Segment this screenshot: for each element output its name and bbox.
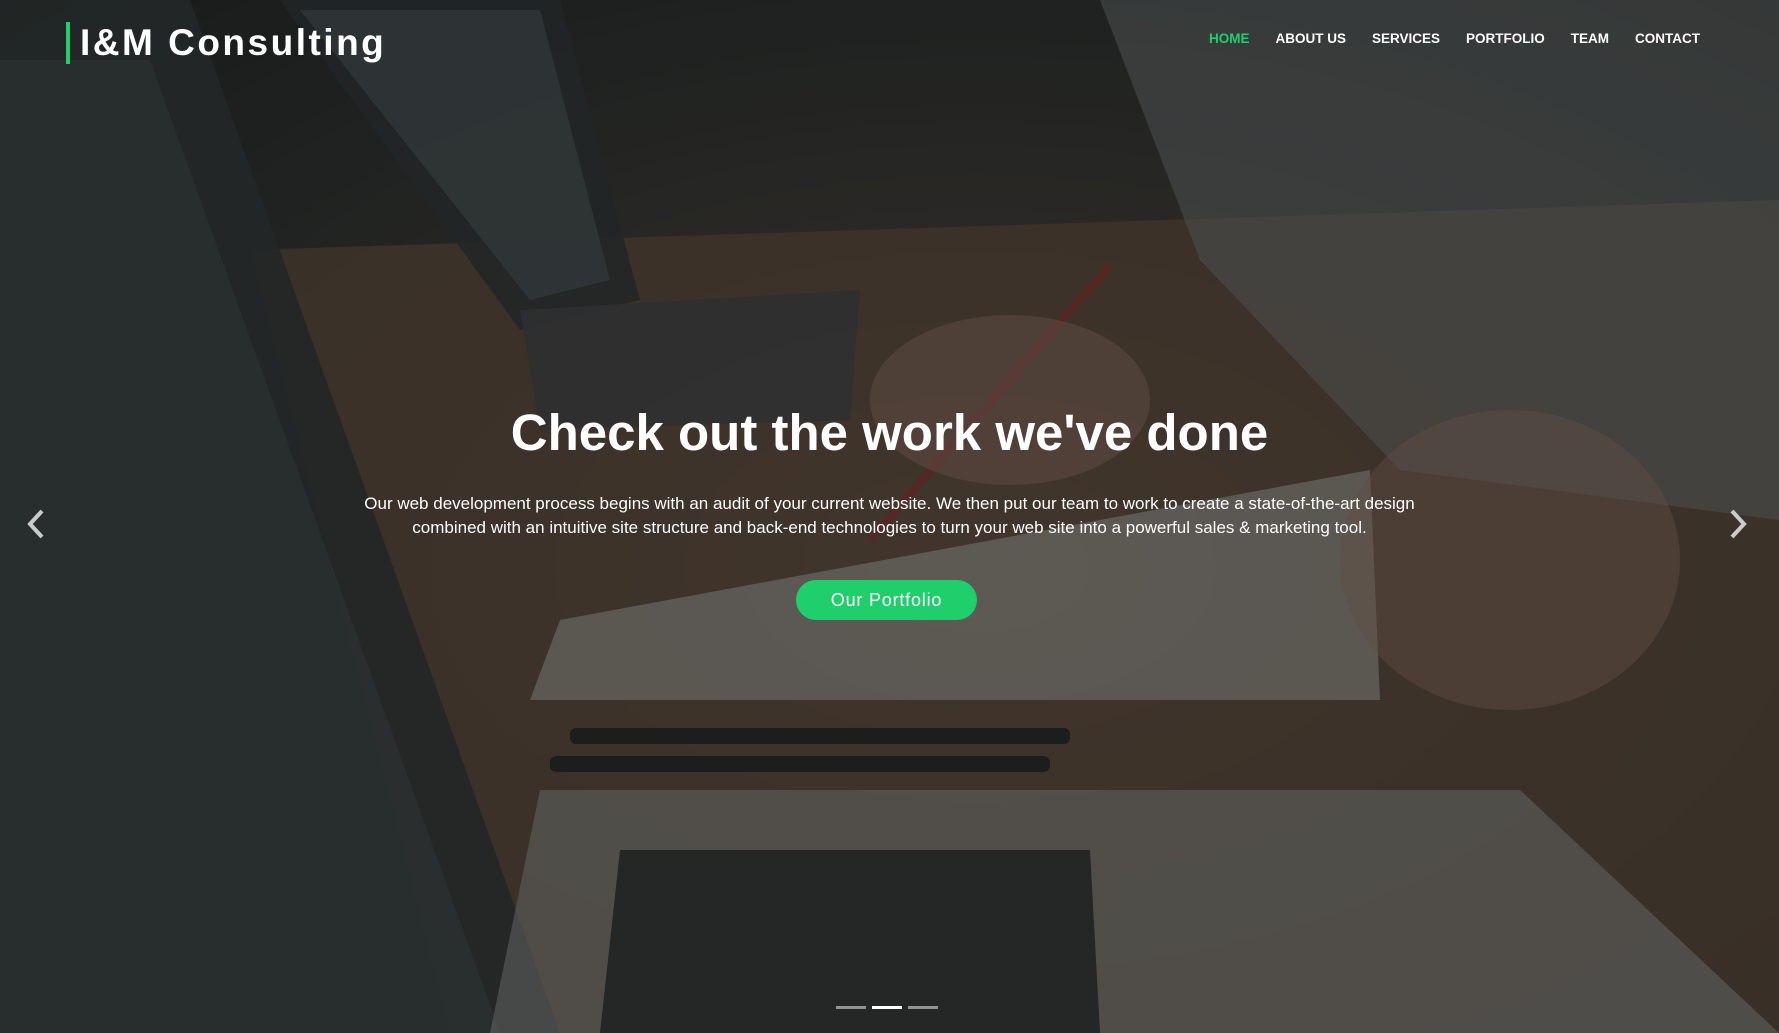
nav-item-home[interactable]: HOME [1209, 30, 1250, 48]
chevron-right-icon [1730, 509, 1747, 539]
hero-headline: Check out the work we've done [510, 404, 1269, 461]
nav-item-contact[interactable]: CONTACT [1635, 30, 1700, 48]
carousel-indicator-1[interactable] [836, 1006, 866, 1009]
chevron-left-icon [27, 509, 44, 539]
nav-item-team[interactable]: TEAM [1571, 30, 1609, 48]
nav-item-portfolio[interactable]: PORTFOLIO [1466, 30, 1545, 48]
carousel-indicator-2[interactable] [872, 1006, 902, 1009]
carousel-indicator-3[interactable] [908, 1006, 938, 1009]
our-portfolio-button[interactable]: Our Portfolio [796, 580, 977, 620]
brand-logo[interactable]: I&M Consulting [66, 22, 386, 64]
carousel-prev-button[interactable] [22, 505, 52, 543]
main-nav: HOME ABOUT US SERVICES PORTFOLIO TEAM CO… [1183, 30, 1700, 48]
carousel-indicators [836, 1006, 938, 1009]
carousel-next-button[interactable] [1722, 505, 1752, 543]
hero-description-line-1: Our web development process begins with … [364, 494, 1415, 513]
nav-item-services[interactable]: SERVICES [1372, 30, 1440, 48]
hero-description: Our web development process begins with … [0, 492, 1779, 540]
nav-item-about-us[interactable]: ABOUT US [1275, 30, 1346, 48]
hero-carousel: I&M Consulting HOME ABOUT US SERVICES PO… [0, 0, 1779, 1033]
hero-description-line-2: combined with an intuitive site structur… [412, 518, 1367, 537]
